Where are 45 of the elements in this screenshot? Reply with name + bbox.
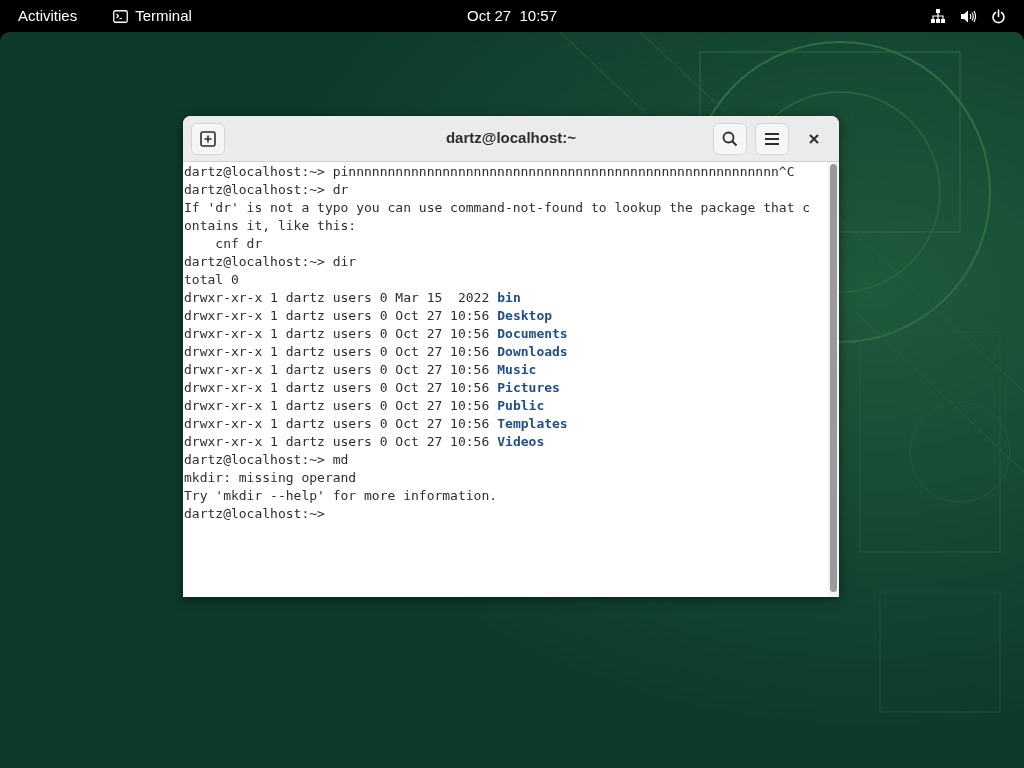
- search-icon: [722, 130, 738, 147]
- terminal-line: Try 'mkdir --help' for more information.: [184, 487, 498, 505]
- terminal-icon: [113, 9, 129, 23]
- plus-icon: [200, 130, 216, 147]
- terminal-line: drwxr-xr-x 1 dartz users 0 Oct 27 10:56: [184, 361, 490, 379]
- terminal-line: drwxr-xr-x 1 dartz users 0 Oct 27 10:56: [184, 307, 490, 325]
- directory-name: bin: [497, 289, 521, 307]
- power-icon[interactable]: [991, 8, 1006, 24]
- clock[interactable]: Oct 27 10:57: [466, 4, 558, 28]
- terminal-line: drwxr-xr-x 1 dartz users 0 Oct 27 10:56: [184, 397, 490, 415]
- directory-name: Videos: [497, 433, 545, 451]
- terminal-line: cnf dr: [214, 235, 263, 253]
- terminal-line: drwxr-xr-x 1 dartz users 0 Oct 27 10:56: [184, 379, 490, 397]
- volume-icon[interactable]: [960, 8, 977, 24]
- search-button[interactable]: [713, 122, 747, 155]
- network-icon[interactable]: [930, 8, 946, 24]
- terminal-line: If 'dr' is not a typo you can use command-not-found to lookup the package that c: [184, 199, 811, 217]
- directory-name: Desktop: [497, 307, 553, 325]
- directory-name: Downloads: [497, 343, 568, 361]
- menu-button[interactable]: [755, 122, 789, 155]
- terminal-line: drwxr-xr-x 1 dartz users 0 Mar 15 2022: [184, 289, 490, 307]
- terminal-line: drwxr-xr-x 1 dartz users 0 Oct 27 10:56: [184, 325, 490, 343]
- activities-button[interactable]: Activities: [18, 4, 78, 28]
- terminal-line: mkdir: missing operand: [184, 469, 357, 487]
- new-tab-button[interactable]: [191, 122, 225, 155]
- terminal-line: drwxr-xr-x 1 dartz users 0 Oct 27 10:56: [184, 415, 490, 433]
- terminal-line: dartz@localhost:~>: [184, 505, 325, 523]
- terminal-line: ontains it, like this:: [184, 217, 357, 235]
- directory-name: Public: [497, 397, 545, 415]
- window-title: dartz@localhost:~: [445, 128, 577, 149]
- terminal-line: dartz@localhost:~> md: [184, 451, 349, 469]
- directory-name: Templates: [497, 415, 568, 433]
- terminal-line: drwxr-xr-x 1 dartz users 0 Oct 27 10:56: [184, 433, 490, 451]
- directory-name: Documents: [497, 325, 568, 343]
- menu-icon: [764, 131, 780, 146]
- app-menu[interactable]: Terminal: [135, 4, 192, 28]
- scrollbar-thumb[interactable]: [830, 164, 837, 592]
- terminal-line: dartz@localhost:~> pinnnnnnnnnnnnnnnnnnnnnnnnnnnnnnnnnnnnnnnnnnnnnnnnnnnnnnn^C: [184, 163, 795, 181]
- terminal-line: dartz@localhost:~> dir: [184, 253, 357, 271]
- terminal-line: drwxr-xr-x 1 dartz users 0 Oct 27 10:56: [184, 343, 490, 361]
- close-icon: [809, 133, 819, 144]
- terminal-line: total 0: [184, 271, 239, 289]
- terminal-line: dartz@localhost:~> dr: [184, 181, 349, 199]
- directory-name: Pictures: [497, 379, 560, 397]
- directory-name: Music: [497, 361, 537, 379]
